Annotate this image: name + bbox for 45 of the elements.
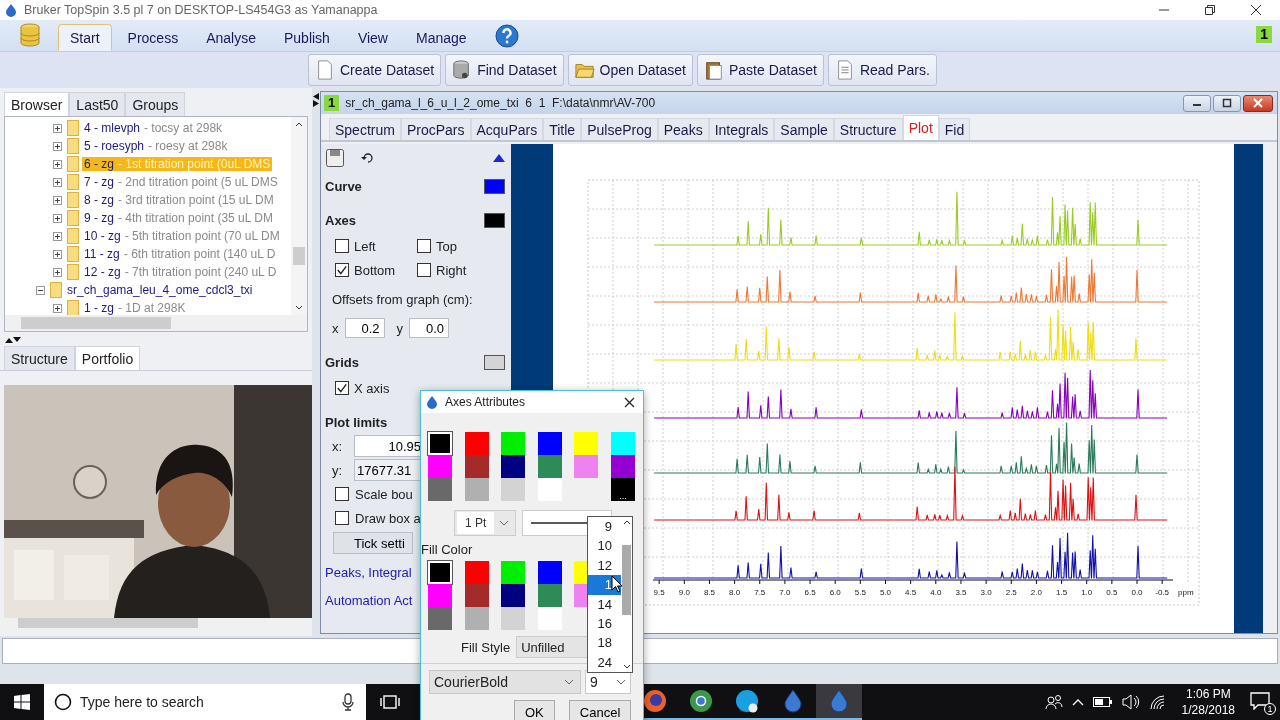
checkbox-label: Bottom <box>354 262 396 278</box>
field-label: Fill Style <box>461 639 511 655</box>
checkbox-label: Top <box>436 238 457 254</box>
tick-label: 9.5 <box>653 588 665 597</box>
section-label: Fill Color <box>421 542 473 557</box>
field-label: Offsets from graph (cm): <box>332 291 473 307</box>
section-label: Curve <box>325 178 362 194</box>
checkbox-label: Left <box>354 238 376 254</box>
checkbox-label: Scale bou <box>355 486 413 502</box>
checkbox-label: X axis <box>354 380 390 396</box>
tick-label: 6.5 <box>804 588 816 597</box>
tick-label: 6.0 <box>829 588 841 597</box>
field-label: x <box>332 320 339 336</box>
tick-label: 0.0 <box>1131 588 1143 597</box>
section-label: Plot limits <box>325 415 388 430</box>
tick-label: 4.0 <box>930 588 942 597</box>
tick-label: 1.0 <box>1081 588 1093 597</box>
tick-label: -0.5 <box>1155 588 1170 597</box>
section-label: Axes <box>325 212 357 228</box>
tick-label: 2.5 <box>1005 588 1017 597</box>
tick-label: 8.0 <box>729 588 741 597</box>
field-label: y: <box>332 462 344 478</box>
dataset-badge: 1 <box>324 95 340 111</box>
tick-label: 4.5 <box>905 588 917 597</box>
tick-label: 9.0 <box>678 588 690 597</box>
window-title: Bruker TopSpin 3.5 pl 7 on DESKTOP-LS454G3 as Yamanappa <box>24 3 378 17</box>
field-label: y <box>396 320 403 336</box>
notification-count: 1 <box>1264 703 1276 715</box>
checkbox-label: Right <box>436 262 467 278</box>
tick-label: 5.0 <box>879 588 892 597</box>
tick-label: 7.5 <box>754 588 766 597</box>
checkbox-label: Draw box a <box>355 510 421 526</box>
tick-label: 7.0 <box>779 588 791 597</box>
window-title: sr_ch_gama_l_6_u_l_2_ome_txi 6 1 F:\data\nmr\AV-700 <box>345 96 656 110</box>
tick-label: 0.5 <box>1106 588 1118 597</box>
field-label: x: <box>332 438 344 454</box>
tick-label: 2.0 <box>1030 588 1042 597</box>
section-label: Grids <box>325 354 359 370</box>
axis-unit: ppm <box>1178 588 1194 597</box>
tick-label: 3.5 <box>955 588 967 597</box>
tick-label: 5.5 <box>854 588 866 597</box>
tick-label: 1.5 <box>1056 588 1068 597</box>
tick-label: 3.0 <box>980 588 992 597</box>
dialog-title: Axes Attributes <box>445 395 526 409</box>
tick-label: 8.5 <box>703 588 715 597</box>
